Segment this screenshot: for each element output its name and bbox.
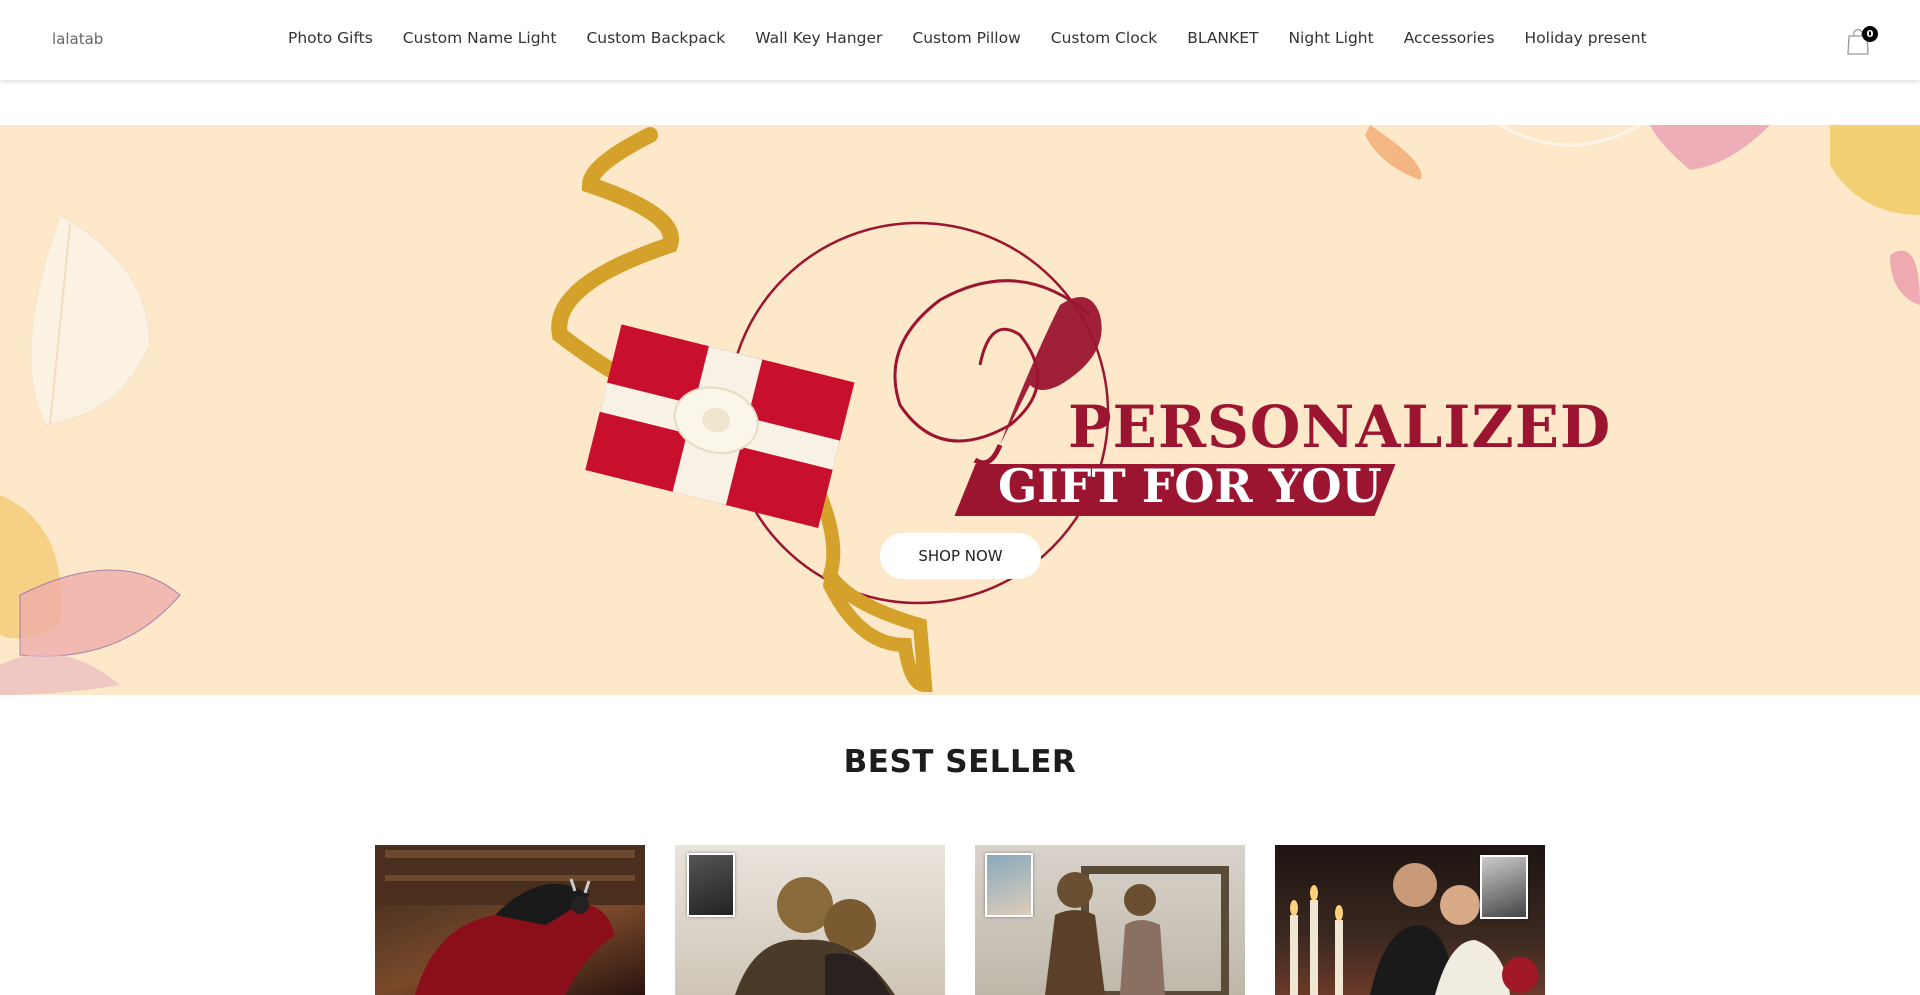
hero-subtitle: GIFT FOR YOU [998, 459, 1382, 513]
customer-photo-thumbnail [687, 853, 735, 917]
main-nav: Photo Gifts Custom Name Light Custom Bac… [288, 29, 1647, 47]
product-grid [375, 845, 1545, 995]
cart-count-badge: 0 [1862, 26, 1878, 42]
best-seller-title: BEST SELLER [843, 744, 1077, 780]
nav-custom-backpack[interactable]: Custom Backpack [586, 29, 725, 47]
nav-night-light[interactable]: Night Light [1288, 29, 1373, 47]
product-card[interactable] [1275, 845, 1545, 995]
product-card[interactable] [675, 845, 945, 995]
nav-blanket[interactable]: BLANKET [1187, 29, 1258, 47]
site-header: lalatab Photo Gifts Custom Name Light Cu… [0, 0, 1920, 80]
customer-photo-thumbnail [1480, 855, 1528, 919]
product-card[interactable] [375, 845, 645, 995]
nav-wall-key-hanger[interactable]: Wall Key Hanger [755, 29, 882, 47]
nav-photo-gifts[interactable]: Photo Gifts [288, 29, 373, 47]
product-image [375, 845, 645, 995]
nav-custom-pillow[interactable]: Custom Pillow [912, 29, 1020, 47]
leaf-decoration-right [1365, 125, 1920, 305]
product-card[interactable] [975, 845, 1245, 995]
nav-holiday-present[interactable]: Holiday present [1525, 29, 1647, 47]
leaf-decoration-left [0, 213, 181, 695]
hero-banner[interactable]: PERSONALIZED GIFT FOR YOU SHOP NOW [0, 125, 1920, 695]
customer-photo-thumbnail [985, 853, 1033, 917]
gift-box-illustration [585, 324, 855, 529]
nav-accessories[interactable]: Accessories [1404, 29, 1495, 47]
cart-button[interactable]: 0 [1846, 26, 1878, 56]
hero-title: PERSONALIZED [1068, 393, 1612, 461]
hero-decoration [0, 125, 1920, 695]
nav-custom-clock[interactable]: Custom Clock [1051, 29, 1157, 47]
shop-now-button[interactable]: SHOP NOW [880, 533, 1041, 579]
nav-custom-name-light[interactable]: Custom Name Light [403, 29, 557, 47]
site-logo[interactable]: lalatab [52, 30, 103, 48]
